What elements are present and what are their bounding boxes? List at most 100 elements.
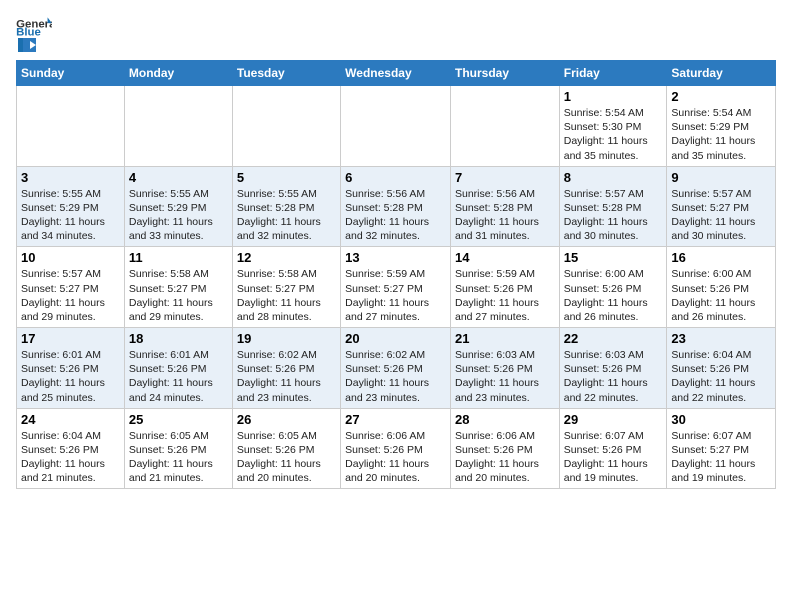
day-info: Sunrise: 5:59 AMSunset: 5:26 PMDaylight:…	[455, 267, 555, 324]
day-number: 3	[21, 170, 120, 185]
day-info: Sunrise: 6:02 AMSunset: 5:26 PMDaylight:…	[345, 348, 446, 405]
day-info: Sunrise: 6:06 AMSunset: 5:26 PMDaylight:…	[455, 429, 555, 486]
day-number: 23	[671, 331, 771, 346]
calendar-week-row: 1 Sunrise: 5:54 AMSunset: 5:30 PMDaylight…	[17, 86, 776, 167]
day-number: 30	[671, 412, 771, 427]
day-number: 6	[345, 170, 446, 185]
day-number: 29	[564, 412, 663, 427]
calendar-cell: 21 Sunrise: 6:03 AMSunset: 5:26 PMDayligh…	[450, 328, 559, 409]
calendar-cell: 30 Sunrise: 6:07 AMSunset: 5:27 PMDayligh…	[667, 408, 776, 489]
logo-icon: General Blue	[16, 16, 52, 36]
day-info: Sunrise: 5:54 AMSunset: 5:30 PMDaylight:…	[564, 106, 663, 163]
calendar-cell: 4 Sunrise: 5:55 AMSunset: 5:29 PMDaylight…	[124, 166, 232, 247]
day-info: Sunrise: 6:02 AMSunset: 5:26 PMDaylight:…	[237, 348, 336, 405]
calendar-cell: 16Sunrise: 6:00 AMSunset: 5:26 PMDayligh…	[667, 247, 776, 328]
day-number: 27	[345, 412, 446, 427]
calendar-week-row: 10 Sunrise: 5:57 AMSunset: 5:27 PMDayligh…	[17, 247, 776, 328]
day-number: 24	[21, 412, 120, 427]
calendar-cell: 27 Sunrise: 6:06 AMSunset: 5:26 PMDayligh…	[341, 408, 451, 489]
day-number: 15	[564, 250, 663, 265]
day-number: 20	[345, 331, 446, 346]
weekday-header-friday: Friday	[559, 61, 667, 86]
calendar-cell: 19Sunrise: 6:02 AMSunset: 5:26 PMDayligh…	[232, 328, 340, 409]
day-number: 10	[21, 250, 120, 265]
day-number: 8	[564, 170, 663, 185]
day-info: Sunrise: 5:57 AMSunset: 5:27 PMDaylight:…	[21, 267, 120, 324]
calendar-cell: 18 Sunrise: 6:01 AMSunset: 5:26 PMDayligh…	[124, 328, 232, 409]
calendar-cell: 7 Sunrise: 5:56 AMSunset: 5:28 PMDaylight…	[450, 166, 559, 247]
calendar-cell: 11 Sunrise: 5:58 AMSunset: 5:27 PMDayligh…	[124, 247, 232, 328]
day-info: Sunrise: 5:57 AMSunset: 5:28 PMDaylight:…	[564, 187, 663, 244]
logo: General Blue	[16, 16, 52, 52]
weekday-header-wednesday: Wednesday	[341, 61, 451, 86]
day-info: Sunrise: 6:07 AMSunset: 5:27 PMDaylight:…	[671, 429, 771, 486]
day-number: 1	[564, 89, 663, 104]
day-info: Sunrise: 5:59 AMSunset: 5:27 PMDaylight:…	[345, 267, 446, 324]
day-number: 17	[21, 331, 120, 346]
day-info: Sunrise: 6:03 AMSunset: 5:26 PMDaylight:…	[455, 348, 555, 405]
calendar-table: SundayMondayTuesdayWednesdayThursdayFrid…	[16, 60, 776, 489]
calendar-week-row: 3 Sunrise: 5:55 AMSunset: 5:29 PMDaylight…	[17, 166, 776, 247]
calendar-cell	[450, 86, 559, 167]
calendar-cell: 25 Sunrise: 6:05 AMSunset: 5:26 PMDayligh…	[124, 408, 232, 489]
weekday-header-row: SundayMondayTuesdayWednesdayThursdayFrid…	[17, 61, 776, 86]
day-info: Sunrise: 6:03 AMSunset: 5:26 PMDaylight:…	[564, 348, 663, 405]
day-info: Sunrise: 6:01 AMSunset: 5:26 PMDaylight:…	[129, 348, 228, 405]
day-number: 21	[455, 331, 555, 346]
calendar-cell: 29 Sunrise: 6:07 AMSunset: 5:26 PMDayligh…	[559, 408, 667, 489]
logo-arrow-icon	[18, 38, 36, 52]
weekday-header-saturday: Saturday	[667, 61, 776, 86]
calendar-cell: 10 Sunrise: 5:57 AMSunset: 5:27 PMDayligh…	[17, 247, 125, 328]
day-info: Sunrise: 5:58 AMSunset: 5:27 PMDaylight:…	[129, 267, 228, 324]
calendar-cell: 14 Sunrise: 5:59 AMSunset: 5:26 PMDayligh…	[450, 247, 559, 328]
day-info: Sunrise: 5:54 AMSunset: 5:29 PMDaylight:…	[671, 106, 771, 163]
calendar-cell: 6 Sunrise: 5:56 AMSunset: 5:28 PMDaylight…	[341, 166, 451, 247]
calendar-cell: 28Sunrise: 6:06 AMSunset: 5:26 PMDayligh…	[450, 408, 559, 489]
calendar-cell: 15 Sunrise: 6:00 AMSunset: 5:26 PMDayligh…	[559, 247, 667, 328]
calendar-cell: 26Sunrise: 6:05 AMSunset: 5:26 PMDayligh…	[232, 408, 340, 489]
day-number: 12	[237, 250, 336, 265]
calendar-cell: 17 Sunrise: 6:01 AMSunset: 5:26 PMDayligh…	[17, 328, 125, 409]
weekday-header-sunday: Sunday	[17, 61, 125, 86]
calendar-week-row: 17 Sunrise: 6:01 AMSunset: 5:26 PMDayligh…	[17, 328, 776, 409]
day-info: Sunrise: 5:55 AMSunset: 5:29 PMDaylight:…	[129, 187, 228, 244]
calendar-cell	[124, 86, 232, 167]
day-info: Sunrise: 6:04 AMSunset: 5:26 PMDaylight:…	[21, 429, 120, 486]
weekday-header-thursday: Thursday	[450, 61, 559, 86]
calendar-cell: 3Sunrise: 5:55 AMSunset: 5:29 PMDaylight…	[17, 166, 125, 247]
calendar-cell: 20 Sunrise: 6:02 AMSunset: 5:26 PMDayligh…	[341, 328, 451, 409]
day-number: 7	[455, 170, 555, 185]
day-number: 18	[129, 331, 228, 346]
calendar-cell: 9 Sunrise: 5:57 AMSunset: 5:27 PMDaylight…	[667, 166, 776, 247]
day-number: 25	[129, 412, 228, 427]
calendar-cell	[232, 86, 340, 167]
page-header: General Blue	[16, 16, 776, 52]
day-info: Sunrise: 6:01 AMSunset: 5:26 PMDaylight:…	[21, 348, 120, 405]
calendar-cell: 24 Sunrise: 6:04 AMSunset: 5:26 PMDayligh…	[17, 408, 125, 489]
day-info: Sunrise: 6:06 AMSunset: 5:26 PMDaylight:…	[345, 429, 446, 486]
day-info: Sunrise: 5:56 AMSunset: 5:28 PMDaylight:…	[345, 187, 446, 244]
day-info: Sunrise: 6:05 AMSunset: 5:26 PMDaylight:…	[129, 429, 228, 486]
day-info: Sunrise: 6:07 AMSunset: 5:26 PMDaylight:…	[564, 429, 663, 486]
day-info: Sunrise: 5:58 AMSunset: 5:27 PMDaylight:…	[237, 267, 336, 324]
calendar-cell: 1 Sunrise: 5:54 AMSunset: 5:30 PMDaylight…	[559, 86, 667, 167]
day-number: 11	[129, 250, 228, 265]
calendar-cell: 2 Sunrise: 5:54 AMSunset: 5:29 PMDaylight…	[667, 86, 776, 167]
day-info: Sunrise: 6:00 AMSunset: 5:26 PMDaylight:…	[671, 267, 771, 324]
day-number: 14	[455, 250, 555, 265]
day-number: 13	[345, 250, 446, 265]
day-number: 5	[237, 170, 336, 185]
day-number: 4	[129, 170, 228, 185]
calendar-cell: 13 Sunrise: 5:59 AMSunset: 5:27 PMDayligh…	[341, 247, 451, 328]
calendar-cell	[17, 86, 125, 167]
day-info: Sunrise: 5:56 AMSunset: 5:28 PMDaylight:…	[455, 187, 555, 244]
calendar-cell	[341, 86, 451, 167]
calendar-cell: 23Sunrise: 6:04 AMSunset: 5:26 PMDayligh…	[667, 328, 776, 409]
svg-text:Blue: Blue	[16, 26, 41, 36]
calendar-cell: 8 Sunrise: 5:57 AMSunset: 5:28 PMDaylight…	[559, 166, 667, 247]
day-number: 9	[671, 170, 771, 185]
day-number: 2	[671, 89, 771, 104]
calendar-cell: 12 Sunrise: 5:58 AMSunset: 5:27 PMDayligh…	[232, 247, 340, 328]
day-info: Sunrise: 5:57 AMSunset: 5:27 PMDaylight:…	[671, 187, 771, 244]
day-info: Sunrise: 6:00 AMSunset: 5:26 PMDaylight:…	[564, 267, 663, 324]
